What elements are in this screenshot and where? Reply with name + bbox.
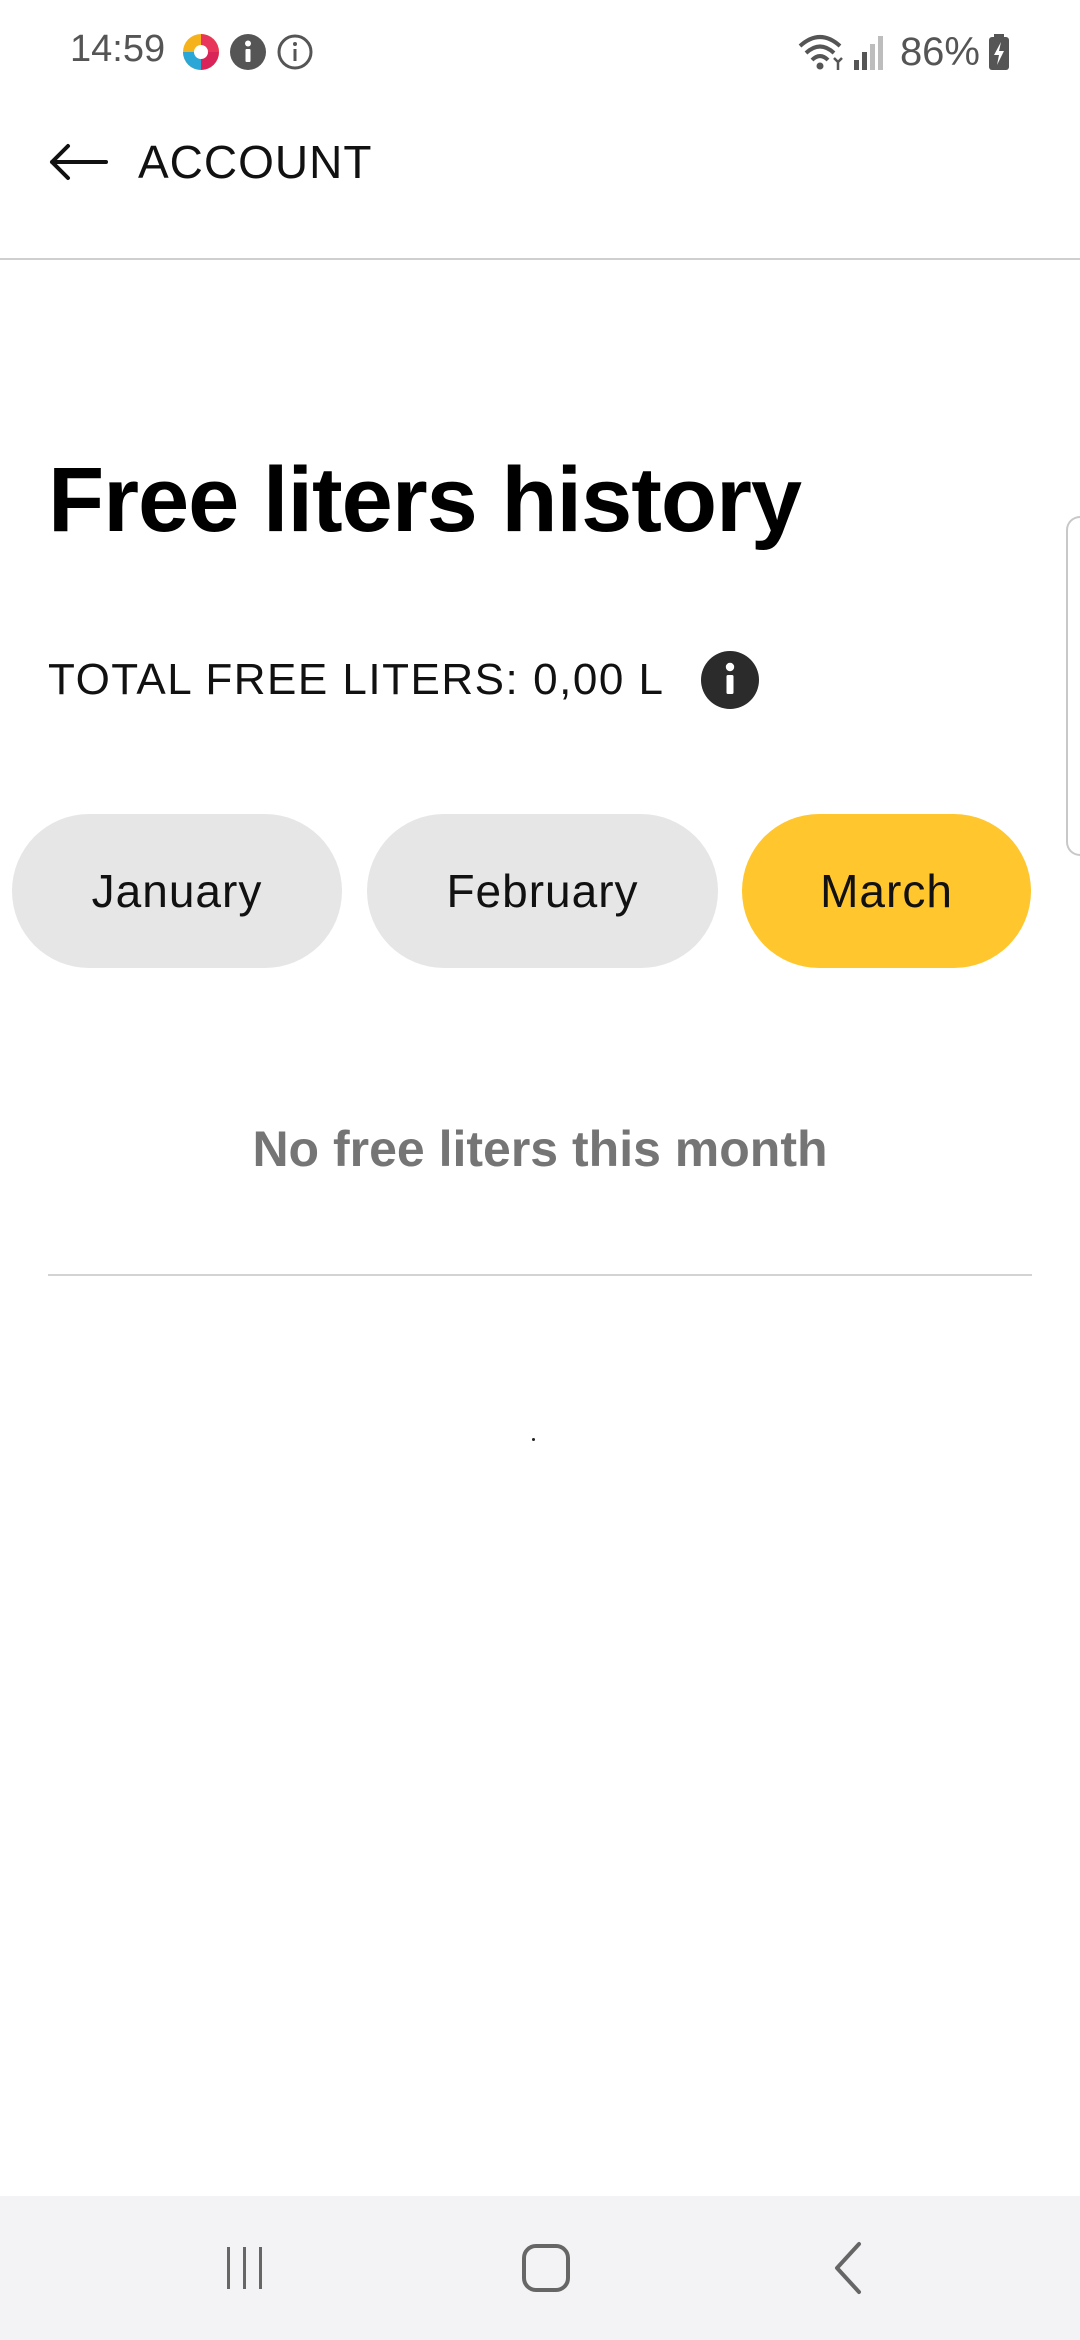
app-colorful-icon <box>183 34 219 70</box>
status-time: 14:59 <box>70 28 166 70</box>
back-icon <box>835 2242 861 2294</box>
info-button[interactable] <box>700 651 759 709</box>
info-icon <box>725 662 734 694</box>
battery-percent: 86% <box>899 29 980 74</box>
back-label: ACCOUNT <box>138 136 373 188</box>
system-nav-bar <box>0 2196 1080 2340</box>
app-bar: ACCOUNT <box>0 104 1080 260</box>
home-button[interactable] <box>501 2226 591 2310</box>
total-label: TOTAL FREE LITERS: <box>48 655 520 704</box>
total-free-liters-row: TOTAL FREE LITERS: 0,00 L <box>48 650 759 710</box>
arrow-left-icon <box>50 144 108 180</box>
info-outline-icon <box>277 34 313 70</box>
divider <box>48 1274 1032 1276</box>
empty-state-message: No free liters this month <box>252 1121 828 1177</box>
scroll-indicator[interactable] <box>1066 516 1080 856</box>
system-back-button[interactable] <box>804 2226 894 2310</box>
back-to-account-button[interactable]: ACCOUNT <box>40 120 372 204</box>
month-pill-march[interactable]: March <box>742 814 1031 968</box>
recent-apps-button[interactable] <box>200 2226 290 2310</box>
loading-dot <box>532 1438 535 1441</box>
signal-icon <box>853 36 883 70</box>
recent-apps-icon <box>227 2247 262 2289</box>
status-right-group: 86% <box>796 28 1010 76</box>
battery-charging-icon <box>989 34 1009 70</box>
month-pill-february[interactable]: February <box>367 814 718 968</box>
page-title: Free liters history <box>48 449 802 551</box>
home-icon <box>522 2244 570 2292</box>
month-pill-january[interactable]: January <box>12 814 342 968</box>
status-bar: 14:59 86% <box>0 0 1080 104</box>
total-value: 0,00 L <box>533 655 665 704</box>
wifi-icon <box>798 35 843 70</box>
info-filled-icon <box>230 34 266 70</box>
